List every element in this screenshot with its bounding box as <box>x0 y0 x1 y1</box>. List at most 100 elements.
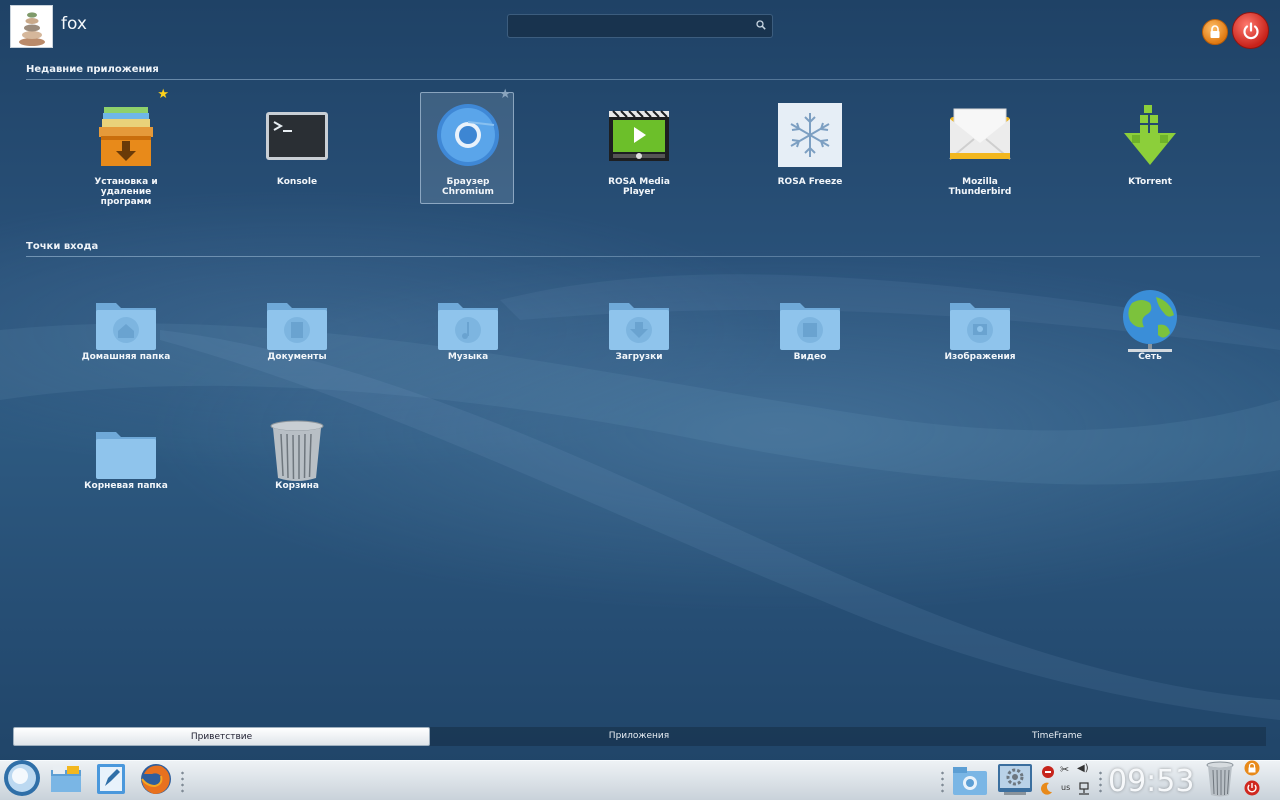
app-tile-media-player[interactable]: ROSA Media Player <box>591 92 685 204</box>
volume-tray[interactable]: ◀) <box>1077 763 1091 776</box>
search-icon <box>756 20 766 30</box>
power-management-tray[interactable] <box>1040 780 1054 795</box>
app-label: Konsole <box>276 177 318 187</box>
firefox-icon <box>141 764 171 794</box>
network-icon <box>1079 782 1089 795</box>
place-label: Изображения <box>944 352 1016 362</box>
power-icon <box>1244 780 1260 796</box>
app-label: Mozilla Thunderbird <box>948 177 1012 197</box>
lock-icon <box>1244 760 1260 776</box>
network-globe-icon <box>1123 290 1177 352</box>
app-label: Установка и удаление программ <box>94 177 158 207</box>
documents-folder-icon <box>267 303 327 350</box>
lock-icon <box>1210 25 1220 38</box>
notifications-tray[interactable] <box>1041 764 1055 778</box>
power-icon <box>1242 21 1259 39</box>
chromium-browser-icon <box>437 104 499 166</box>
panel-shutdown-button[interactable] <box>1244 780 1260 796</box>
search-input[interactable] <box>507 14 773 38</box>
video-folder-icon <box>780 303 840 350</box>
lock-screen-button[interactable] <box>1202 19 1228 45</box>
place-label: Сеть <box>1138 352 1162 362</box>
speaker-icon: ◀) <box>1077 763 1089 774</box>
app-tile-chromium[interactable]: ★ Браузер Chromium <box>420 87 514 204</box>
terminal-icon <box>266 112 328 160</box>
place-tile-root[interactable]: Корневая папка <box>78 407 172 519</box>
place-tile-trash[interactable]: Корзина <box>249 407 343 519</box>
section-divider <box>26 79 1260 80</box>
app-tile-konsole[interactable]: Konsole <box>249 92 343 204</box>
moon-icon <box>1041 782 1052 795</box>
place-tile-network[interactable]: Сеть <box>1102 278 1196 390</box>
place-label: Музыка <box>447 352 489 362</box>
panel-grip-handle[interactable] <box>180 770 185 794</box>
downloads-folder-icon <box>609 303 669 350</box>
scissors-icon: ✂ <box>1060 763 1070 776</box>
view-tabs: Приветствие Приложения TimeFrame <box>13 727 1266 746</box>
user-avatar[interactable] <box>10 5 53 48</box>
place-tile-home[interactable]: Домашняя папка <box>78 278 172 390</box>
panel-grip-handle[interactable] <box>1098 770 1103 794</box>
app-label: KTorrent <box>1128 177 1172 187</box>
keyboard-layout-indicator[interactable]: us <box>1061 783 1070 792</box>
clipboard-tray[interactable]: ✂ <box>1060 763 1073 776</box>
favorite-star-icon[interactable]: ★ <box>157 87 169 102</box>
app-tile-package-installer[interactable]: ★ Установка и удаление программ <box>78 87 172 207</box>
app-label: ROSA Freeze <box>777 177 843 187</box>
place-label: Видео <box>793 352 827 362</box>
app-tile-rosa-freeze[interactable]: ROSA Freeze <box>762 92 856 204</box>
section-divider <box>26 256 1260 257</box>
text-editor-icon <box>97 764 125 794</box>
snowflake-icon <box>778 103 842 167</box>
settings-gear-icon <box>998 764 1032 795</box>
screenshot-tool-launcher[interactable] <box>951 763 989 797</box>
place-tile-pictures[interactable]: Изображения <box>932 278 1026 390</box>
text-editor-launcher[interactable] <box>95 762 127 796</box>
app-tile-ktorrent[interactable]: KTorrent <box>1102 92 1196 204</box>
shutdown-button[interactable] <box>1232 12 1269 49</box>
app-tile-thunderbird[interactable]: Mozilla Thunderbird <box>932 92 1026 204</box>
download-arrow-icon <box>1124 105 1176 165</box>
place-tile-downloads[interactable]: Загрузки <box>591 278 685 390</box>
place-tile-music[interactable]: Музыка <box>420 278 514 390</box>
trash-launcher[interactable] <box>1205 760 1235 798</box>
app-label: ROSA Media Player <box>608 177 670 197</box>
place-tile-documents[interactable]: Документы <box>249 278 343 390</box>
stop-sign-icon <box>1042 766 1054 778</box>
clock[interactable]: 09:53 <box>1108 764 1194 799</box>
panel-lock-button[interactable] <box>1244 760 1260 776</box>
favorite-star-icon[interactable]: ★ <box>499 87 511 102</box>
media-player-icon <box>609 110 669 161</box>
tab-applications[interactable]: Приложения <box>430 727 848 746</box>
firefox-launcher[interactable] <box>139 762 173 796</box>
rosa-logo-icon <box>4 760 40 796</box>
system-settings-launcher[interactable] <box>996 760 1034 798</box>
panel-grip-handle[interactable] <box>940 770 945 794</box>
place-tile-video[interactable]: Видео <box>762 278 856 390</box>
app-label: Браузер Chromium <box>442 177 494 197</box>
place-label: Домашняя папка <box>81 352 171 362</box>
root-folder-icon <box>96 432 156 479</box>
trash-icon <box>1206 761 1234 797</box>
trash-icon <box>270 420 324 481</box>
music-folder-icon <box>438 303 498 350</box>
tab-timeframe[interactable]: TimeFrame <box>848 727 1266 746</box>
place-label: Документы <box>267 352 327 362</box>
home-folder-icon <box>96 303 156 350</box>
pictures-folder-icon <box>950 303 1010 350</box>
user-name: fox <box>61 14 87 34</box>
place-label: Корзина <box>275 481 319 491</box>
top-bar: fox <box>0 0 1280 52</box>
package-installer-icon <box>99 107 153 166</box>
start-menu-button[interactable] <box>3 759 41 797</box>
place-label: Загрузки <box>615 352 663 362</box>
stacked-stones-icon <box>19 12 45 46</box>
tab-welcome[interactable]: Приветствие <box>13 727 430 746</box>
network-tray[interactable] <box>1077 781 1091 795</box>
camera-folder-icon <box>953 767 987 795</box>
recent-apps-title: Недавние приложения <box>26 64 159 75</box>
file-manager-icon <box>51 766 81 792</box>
file-manager-launcher[interactable] <box>49 762 83 796</box>
mail-envelope-icon <box>949 108 1011 160</box>
place-label: Корневая папка <box>84 481 168 491</box>
